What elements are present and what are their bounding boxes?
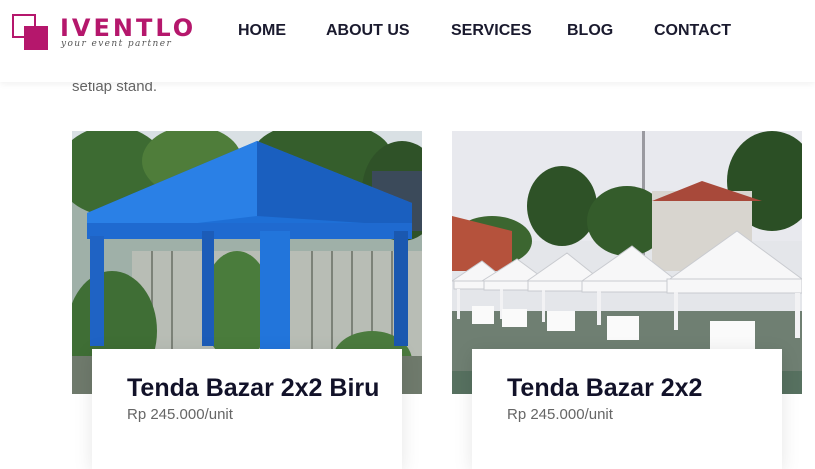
product-price: Rp 245.000/unit — [127, 406, 233, 423]
logo-tagline: your event partner — [61, 39, 173, 49]
product-title[interactable]: Tenda Bazar 2x2 — [507, 373, 762, 404]
nav-contact[interactable]: CONTACT — [654, 22, 731, 40]
nav-home[interactable]: HOME — [238, 22, 286, 40]
product-price: Rp 245.000/unit — [507, 406, 613, 423]
nav-services[interactable]: SERVICES — [451, 22, 532, 40]
product-card[interactable]: Tenda Bazar 2x2 Biru Rp 245.000/unit — [92, 349, 402, 469]
product-card[interactable]: Tenda Bazar 2x2 Rp 245.000/unit — [472, 349, 782, 469]
product-title[interactable]: Tenda Bazar 2x2 Biru — [127, 373, 382, 404]
logo-name: IVENTLO — [60, 14, 197, 42]
site-header: IVENTLO your event partner HOME ABOUT US… — [0, 0, 815, 82]
logo-mark-icon — [12, 14, 48, 52]
nav-blog[interactable]: BLOG — [567, 22, 613, 40]
nav-about-us[interactable]: ABOUT US — [326, 22, 410, 40]
site-logo[interactable]: IVENTLO your event partner — [12, 14, 193, 54]
